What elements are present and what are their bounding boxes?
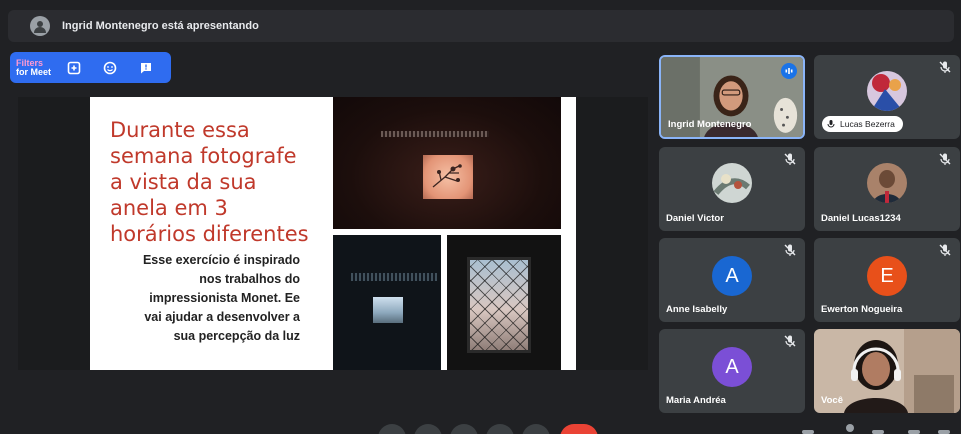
- participant-name: Anne Isabelly: [666, 304, 728, 315]
- slide-body-line: impressionista Monet. Ee: [149, 291, 300, 305]
- mic-off-icon: [784, 335, 796, 347]
- participant-name: Você: [821, 395, 844, 406]
- end-call-button[interactable]: [560, 424, 598, 434]
- blind-slats: [381, 131, 489, 137]
- window-pane: [467, 257, 531, 353]
- participant-name: Daniel Victor: [666, 213, 724, 224]
- participant-avatar: A: [712, 256, 752, 296]
- slide-photo-window-night: [333, 235, 441, 370]
- mic-off-indicator: [938, 152, 954, 168]
- filters-brand-logo[interactable]: Filters for Meet: [16, 58, 52, 77]
- participant-tile-ingrid[interactable]: Ingrid Montenegro: [659, 55, 805, 139]
- slide-photo-window-grid: [447, 235, 561, 370]
- filters-for-meet-toolbar: Filters for Meet: [10, 52, 171, 83]
- participant-avatar: A: [712, 347, 752, 387]
- blind-slats: [351, 273, 437, 281]
- add-frame-icon: [67, 61, 81, 74]
- slide-body-line: nos trabalhos do: [199, 272, 300, 286]
- host-controls-icon[interactable]: [938, 430, 950, 434]
- participant-tile-daniel-victor[interactable]: Daniel Victor: [659, 147, 805, 231]
- more-options-button[interactable]: [522, 424, 550, 434]
- mic-off-indicator: [938, 60, 954, 76]
- slide-body-line: sua percepção da luz: [173, 329, 300, 343]
- chat-icon: [141, 62, 152, 73]
- presentation-banner-text: Ingrid Montenegro está apresentando: [62, 20, 259, 32]
- mic-off-indicator: [938, 243, 954, 259]
- sticker-icon: [103, 61, 117, 74]
- people-icon[interactable]: [846, 424, 854, 432]
- slide-title-line: a vista da sua: [110, 170, 257, 194]
- participant-avatar: [867, 71, 907, 111]
- participant-tile-anne-isabelly[interactable]: A Anne Isabelly: [659, 238, 805, 322]
- participant-avatar: E: [867, 256, 907, 296]
- mic-off-indicator: [783, 243, 799, 259]
- slide-body-line: vai ajudar a desenvolver a: [144, 310, 300, 324]
- participant-name: Daniel Lucas1234: [821, 213, 901, 224]
- participant-avatar: [712, 163, 752, 203]
- presentation-banner: Ingrid Montenegro está apresentando: [8, 10, 954, 42]
- slide-title-line: Durante essa: [110, 118, 250, 142]
- slide-title-line: semana fotografe: [110, 144, 297, 168]
- mic-off-indicator: [783, 334, 799, 350]
- speaking-indicator: [781, 63, 797, 79]
- slide-title: Durante essa semana fotografe a vista da…: [110, 117, 330, 247]
- slide-body-line: Esse exercício é inspirado: [142, 253, 300, 267]
- participant-tile-self[interactable]: Você: [814, 329, 960, 413]
- filters-brand-line2: for Meet: [16, 66, 52, 77]
- participant-name: Ingrid Montenegro: [668, 119, 752, 130]
- presentation-slide: Durante essa semana fotografe a vista da…: [90, 97, 576, 370]
- slide-title-line: anela em 3: [110, 196, 228, 220]
- mic-off-indicator: [783, 152, 799, 168]
- daylight-window: [373, 297, 403, 323]
- participant-avatar: [867, 163, 907, 203]
- participant-name-pill: Lucas Bezerra: [822, 116, 903, 132]
- chat-button[interactable]: [135, 57, 157, 79]
- slide-photo-window-evening: [333, 97, 561, 229]
- sticker-button[interactable]: [99, 57, 121, 79]
- meeting-details-icon[interactable]: [802, 430, 814, 434]
- participant-name: Ewerton Nogueira: [821, 304, 903, 315]
- branch-silhouette: [432, 164, 462, 188]
- call-controls-bar: [0, 424, 961, 434]
- mic-off-icon: [939, 153, 951, 165]
- mic-off-icon: [939, 61, 951, 73]
- activities-icon[interactable]: [908, 430, 920, 434]
- pin-icon: [827, 120, 835, 128]
- presentation-stage: Durante essa semana fotografe a vista da…: [18, 97, 648, 370]
- mic-off-icon: [939, 244, 951, 256]
- camera-button[interactable]: [414, 424, 442, 434]
- add-frame-button[interactable]: [63, 57, 85, 79]
- slide-body: Esse exercício é inspirado nos trabalhos…: [110, 251, 300, 346]
- slide-title-line: horários diferentes: [110, 222, 309, 246]
- participant-name: Lucas Bezerra: [840, 119, 895, 129]
- participant-tile-ewerton-nogueira[interactable]: E Ewerton Nogueira: [814, 238, 960, 322]
- participant-tile-daniel-lucas[interactable]: Daniel Lucas1234: [814, 147, 960, 231]
- presenter-avatar: [30, 16, 50, 36]
- participant-tile-lucas-bezerra[interactable]: Lucas Bezerra: [814, 55, 960, 139]
- mic-button[interactable]: [378, 424, 406, 434]
- mic-off-icon: [784, 244, 796, 256]
- present-button[interactable]: [486, 424, 514, 434]
- chat-panel-icon[interactable]: [872, 430, 884, 434]
- person-icon: [34, 21, 46, 33]
- participant-tile-maria-andrea[interactable]: A Maria Andréa: [659, 329, 805, 413]
- audio-level-icon: [785, 68, 793, 74]
- mic-off-icon: [784, 153, 796, 165]
- participant-name: Maria Andréa: [666, 395, 726, 406]
- captions-button[interactable]: [450, 424, 478, 434]
